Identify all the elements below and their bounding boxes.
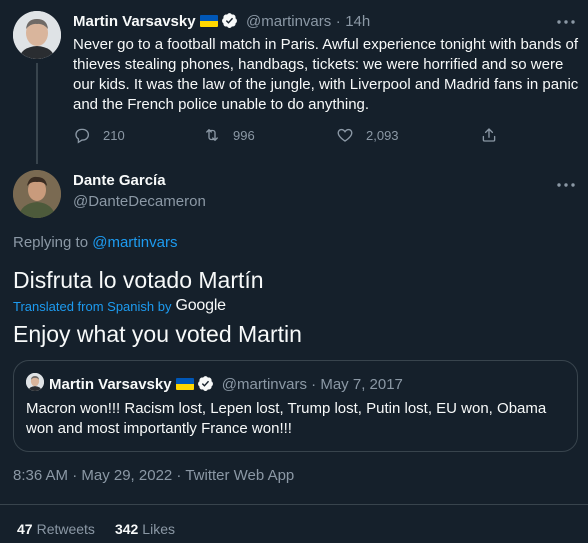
retweets-count: 47 <box>17 521 33 537</box>
likes-label: Likes <box>142 521 175 537</box>
avatar <box>26 373 44 391</box>
ukraine-flag-icon <box>199 15 218 27</box>
like-button[interactable]: 2,093 <box>336 126 399 144</box>
parent-tweet-text: Never go to a football match in Paris. A… <box>73 36 579 113</box>
avatar[interactable] <box>13 11 61 59</box>
quoted-author-name: Martin Varsavsky <box>49 376 172 393</box>
reply-tweet-text: Disfruta lo votado Martín <box>13 267 264 293</box>
parent-tweet-header: Martin Varsavsky @martinvars · 14h <box>73 12 370 31</box>
reply-icon <box>75 128 90 144</box>
translated-label: Translated from Spanish by <box>13 298 172 314</box>
like-icon <box>337 128 353 142</box>
like-count: 2,093 <box>366 127 399 143</box>
retweet-button[interactable]: 996 <box>203 126 255 144</box>
tweet-actions: 210 996 2,093 <box>73 126 503 146</box>
reply-button[interactable]: 210 <box>73 126 125 144</box>
separator: · <box>311 376 317 393</box>
more-icon[interactable] <box>556 181 576 187</box>
retweets-label: Retweets <box>36 521 95 537</box>
translation-text: Enjoy what you voted Martin <box>13 321 302 347</box>
quoted-tweet[interactable]: Martin Varsavsky @martinvars · May 7, 20… <box>13 360 578 452</box>
likes-stat[interactable]: 342 Likes <box>115 521 175 537</box>
author-name[interactable]: Martin Varsavsky <box>73 13 196 30</box>
engagement-stats: 47 Retweets 342 Likes <box>17 521 175 537</box>
google-logo: Google <box>175 297 226 314</box>
divider <box>0 504 588 505</box>
verified-badge-icon <box>221 13 237 28</box>
thread-connector <box>36 63 38 164</box>
retweet-count: 996 <box>233 127 255 143</box>
reply-author-name[interactable]: Dante García <box>73 172 166 190</box>
translation-attribution[interactable]: Translated from Spanish by Google <box>13 297 226 315</box>
ukraine-flag-icon <box>175 378 194 390</box>
quoted-tweet-text: Macron won!!! Racism lost, Lepen lost, T… <box>26 400 547 437</box>
avatar[interactable] <box>13 170 61 218</box>
replying-to: Replying to @martinvars <box>13 234 177 251</box>
retweet-icon <box>206 129 218 141</box>
reply-count: 210 <box>103 127 125 143</box>
replying-prefix: Replying to <box>13 234 89 251</box>
tweet-timestamp[interactable]: 8:36 AM · May 29, 2022 · Twitter Web App <box>13 467 294 484</box>
reply-author-handle[interactable]: @DanteDecameron <box>73 193 206 210</box>
quoted-author-handle: @martinvars <box>221 376 307 393</box>
separator: · <box>335 13 341 30</box>
share-icon <box>482 128 496 142</box>
likes-count: 342 <box>114 521 139 537</box>
replying-handle-link[interactable]: @martinvars <box>92 234 177 251</box>
tweet-time[interactable]: 14h <box>345 13 370 30</box>
retweets-stat[interactable]: 47 Retweets <box>17 521 95 537</box>
more-icon[interactable] <box>556 18 576 24</box>
verified-badge-icon <box>197 376 213 391</box>
share-button[interactable] <box>480 126 510 144</box>
author-handle[interactable]: @martinvars <box>246 13 331 30</box>
quoted-tweet-date: May 7, 2017 <box>320 376 403 393</box>
quoted-tweet-header: Martin Varsavsky @martinvars · May 7, 20… <box>49 375 403 393</box>
